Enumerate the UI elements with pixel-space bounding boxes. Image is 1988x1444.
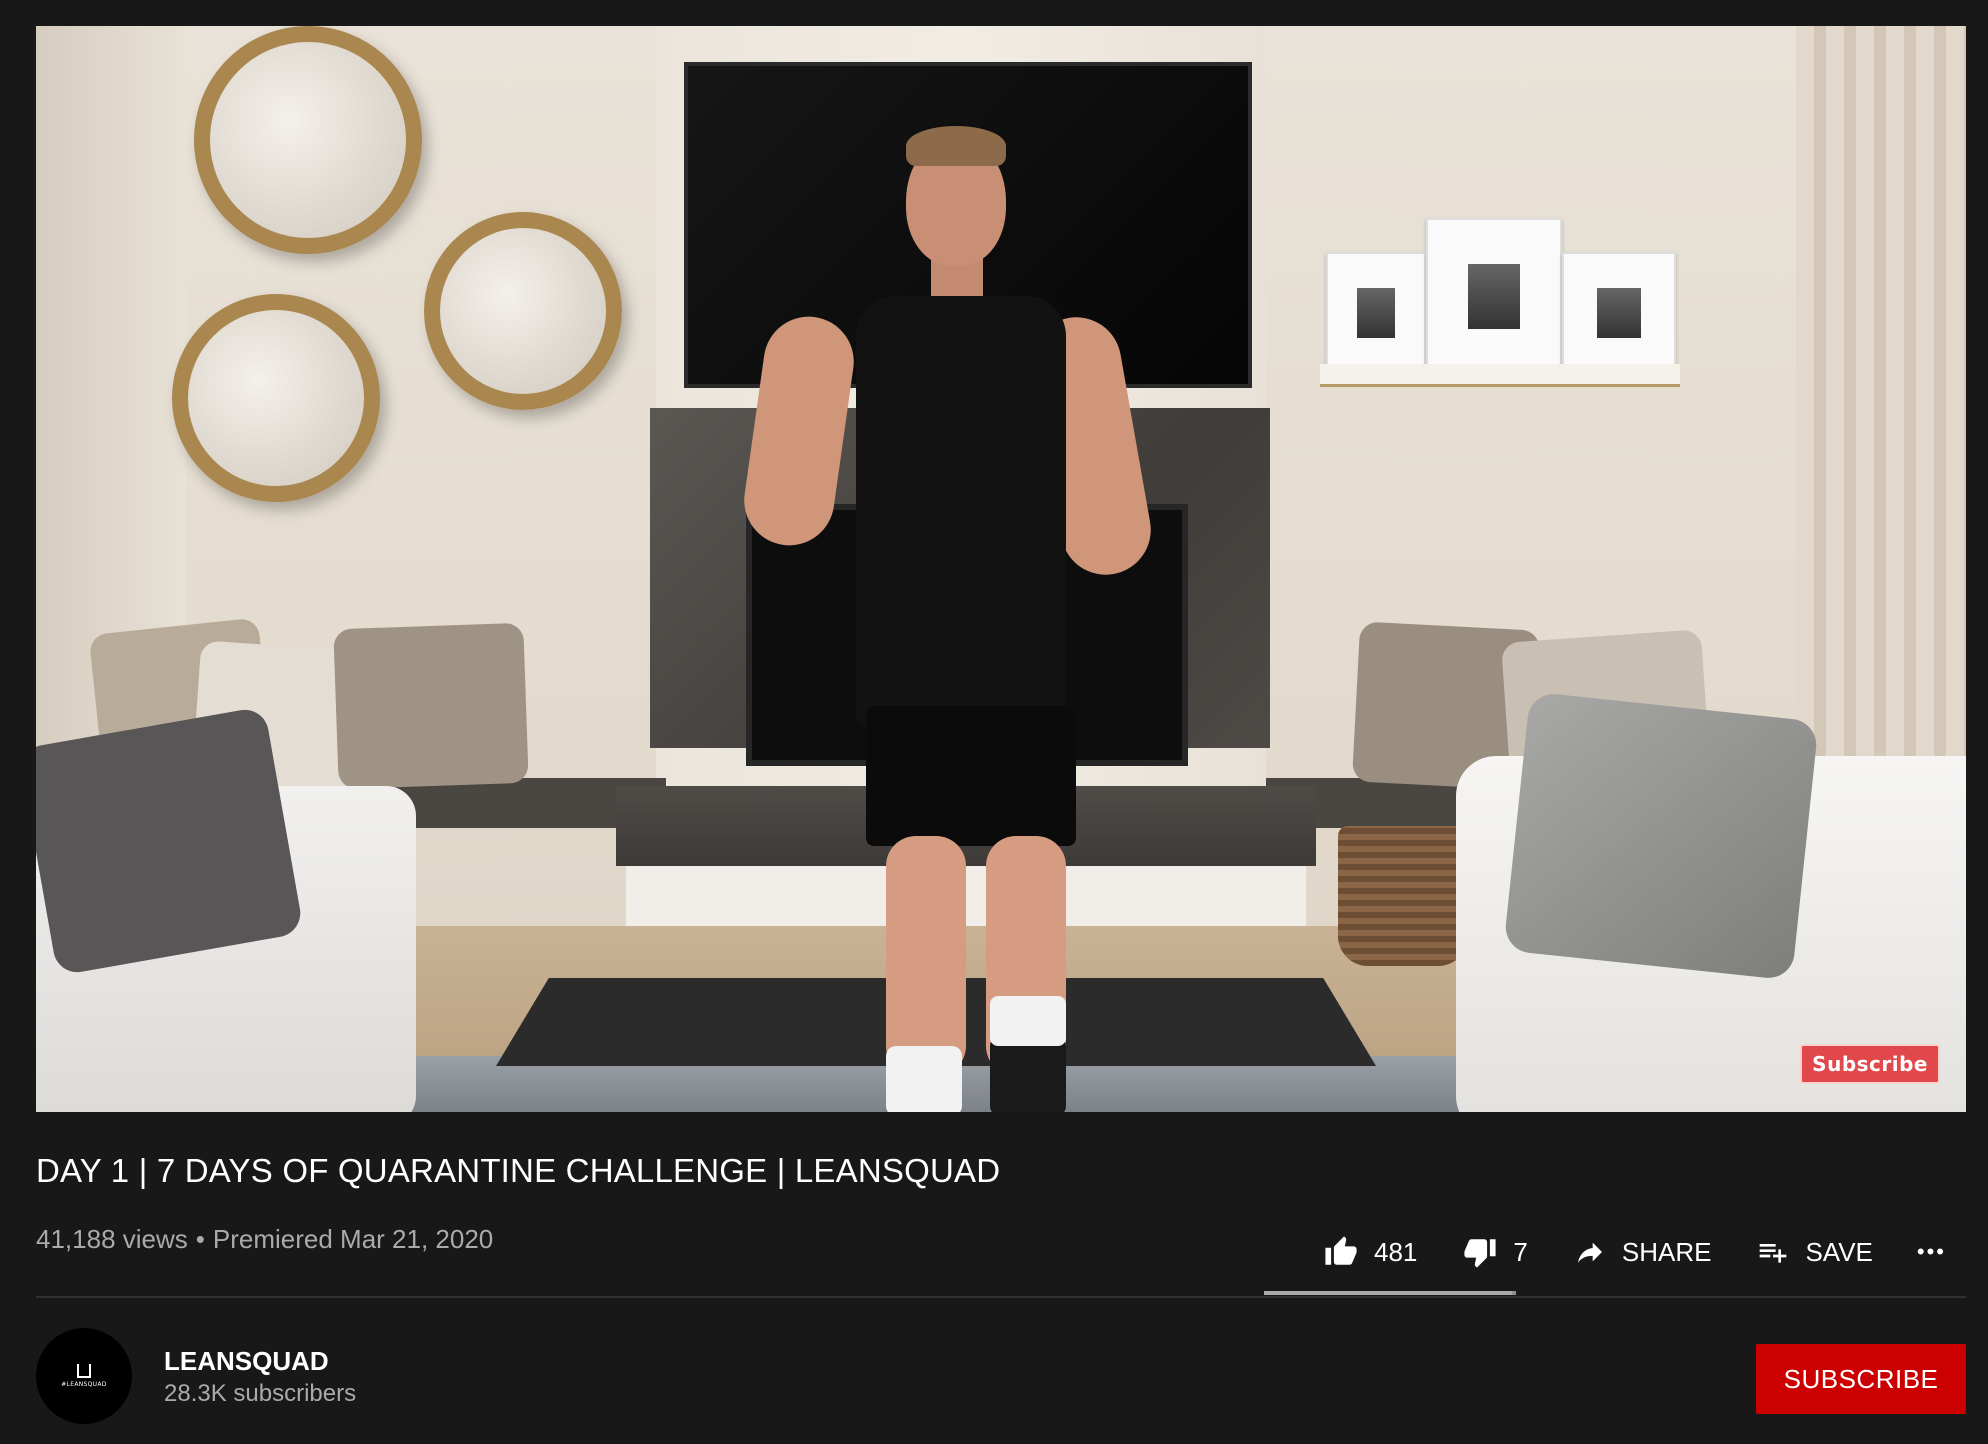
share-button[interactable]: SHARE (1572, 1236, 1712, 1268)
video-title: DAY 1 | 7 DAYS OF QUARANTINE CHALLENGE |… (36, 1152, 1001, 1189)
dislike-count: 7 (1513, 1236, 1528, 1267)
like-count: 481 (1374, 1236, 1418, 1267)
thumbs-up-icon (1322, 1235, 1360, 1269)
photo-frame (1562, 252, 1676, 368)
meta-separator: • (195, 1224, 205, 1254)
view-count: 41,188 views (36, 1224, 188, 1254)
channel-name[interactable]: LEANSQUAD (164, 1346, 329, 1377)
subscriber-count: 28.3K subscribers (164, 1380, 357, 1407)
video-frame (36, 26, 1966, 1112)
video-actions: 481 7 SHARE SAVE ••• (1278, 1222, 1946, 1282)
sentiment-bar (1264, 1291, 1516, 1295)
leansquad-logo-icon (77, 1364, 91, 1378)
premiere-date: Premiered Mar 21, 2020 (212, 1224, 494, 1254)
avatar-logo-text: #LEANSQUAD (61, 1381, 107, 1388)
dislike-button[interactable]: 7 (1461, 1235, 1528, 1269)
video-player[interactable]: Subscribe (36, 26, 1966, 1112)
photo-frame (1326, 252, 1426, 368)
divider (36, 1296, 1966, 1298)
basket (1338, 826, 1468, 966)
subscribe-watermark[interactable]: Subscribe (1800, 1044, 1940, 1084)
photo-frame (1426, 218, 1562, 368)
channel-avatar[interactable]: #LEANSQUAD (36, 1328, 132, 1424)
save-label: SAVE (1805, 1236, 1873, 1267)
round-mirror (194, 26, 422, 254)
playlist-add-icon (1755, 1236, 1791, 1268)
more-horizontal-icon: ••• (1916, 1239, 1946, 1264)
subscribe-button[interactable]: SUBSCRIBE (1756, 1344, 1966, 1414)
share-label: SHARE (1621, 1236, 1712, 1267)
presenter (736, 116, 1158, 1112)
like-button[interactable]: 481 (1322, 1235, 1417, 1269)
save-button[interactable]: SAVE (1755, 1236, 1873, 1268)
round-mirror (424, 212, 622, 410)
more-actions-button[interactable]: ••• (1917, 1239, 1946, 1265)
curtain (1796, 26, 1966, 766)
thumbs-down-icon (1461, 1235, 1499, 1269)
video-meta-row: 41,188 views • Premiered Mar 21, 2020 481 … (36, 1222, 1966, 1282)
share-arrow-icon (1572, 1236, 1608, 1268)
watch-page: Subscribe DAY 1 | 7 DAYS OF QUARANTINE C… (0, 0, 1988, 1444)
round-mirror (172, 294, 380, 502)
view-info: 41,188 views • Premiered Mar 21, 2020 (36, 1224, 493, 1255)
sentiment-bar-fill (1264, 1291, 1513, 1295)
channel-row: #LEANSQUAD LEANSQUAD 28.3K subscribers S… (36, 1328, 1966, 1428)
